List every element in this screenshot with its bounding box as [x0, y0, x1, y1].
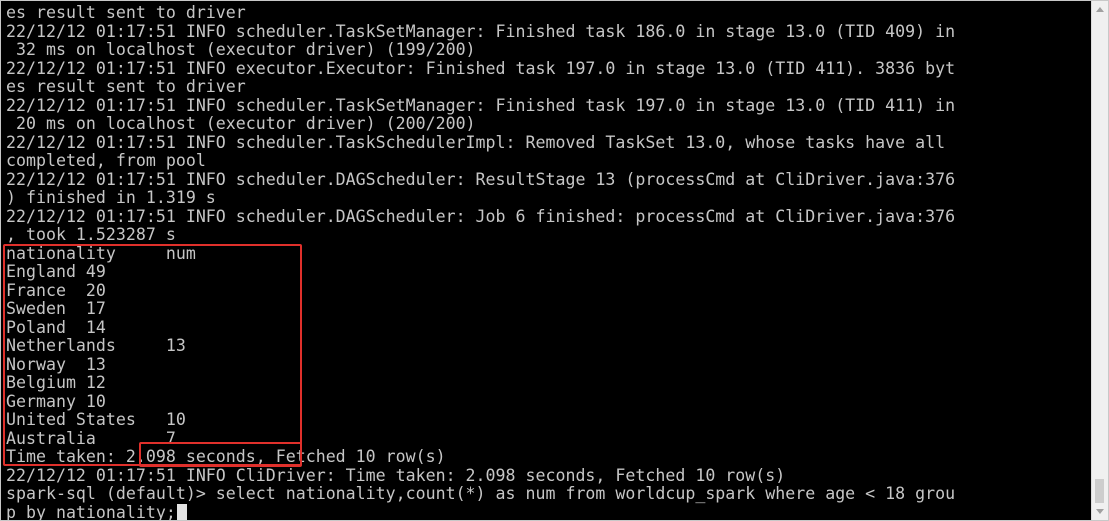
result-row: Germany 10 [6, 392, 106, 411]
terminal-line: 22/12/12 01:17:51 INFO scheduler.DAGSche… [6, 207, 956, 226]
terminal-line: completed, from pool [6, 152, 206, 170]
terminal-line: 22/12/12 01:17:51 INFO scheduler.TaskSet… [6, 96, 956, 115]
time-taken-line: Time taken: 2.098 seconds, Fetched 10 ro… [6, 448, 446, 466]
prompt-line[interactable]: p by nationality; [6, 503, 1092, 521]
terminal-line: 22/12/12 01:17:51 INFO scheduler.TaskSch… [6, 133, 946, 152]
scroll-down-arrow-icon[interactable] [1096, 509, 1104, 514]
terminal-line: 32 ms on localhost (executor driver) (19… [6, 41, 476, 59]
terminal-line: 22/12/12 01:17:51 INFO executor.Executor… [6, 59, 956, 78]
terminal-line: 22/12/12 01:17:51 INFO CliDriver: Time t… [6, 466, 786, 485]
terminal-line: 22/12/12 01:17:51 INFO scheduler.TaskSet… [6, 22, 956, 41]
terminal-line: ) finished in 1.319 s [6, 189, 216, 207]
result-row: Netherlands 13 [6, 337, 186, 355]
terminal-output[interactable]: es result sent to driver 22/12/12 01:17:… [6, 4, 1092, 520]
result-row: England 49 [6, 263, 106, 281]
scroll-thumb[interactable] [1095, 479, 1104, 503]
result-header-line: nationality num [6, 244, 196, 263]
result-row: United States 10 [6, 411, 186, 429]
terminal-line: 20 ms on localhost (executor driver) (20… [6, 115, 476, 133]
result-row: France 20 [6, 281, 106, 300]
terminal-line: , took 1.523287 s [6, 226, 176, 244]
terminal-line: es result sent to driver [6, 4, 246, 22]
result-row: Belgium 12 [6, 374, 106, 392]
result-row: Sweden 17 [6, 300, 106, 318]
terminal-line: es result sent to driver [6, 78, 246, 96]
cursor [176, 503, 187, 520]
result-row: Norway 13 [6, 355, 106, 374]
vertical-scrollbar[interactable] [1091, 1, 1108, 520]
result-row: Australia 7 [6, 429, 176, 448]
result-row: Poland 14 [6, 318, 106, 337]
terminal-line: 22/12/12 01:17:51 INFO scheduler.DAGSche… [6, 170, 956, 189]
scroll-up-arrow-icon[interactable] [1096, 7, 1104, 12]
prompt-command-text: p by nationality; [6, 503, 176, 521]
terminal-window[interactable]: es result sent to driver 22/12/12 01:17:… [0, 0, 1109, 521]
terminal-line: spark-sql (default)> select nationality,… [6, 485, 956, 503]
